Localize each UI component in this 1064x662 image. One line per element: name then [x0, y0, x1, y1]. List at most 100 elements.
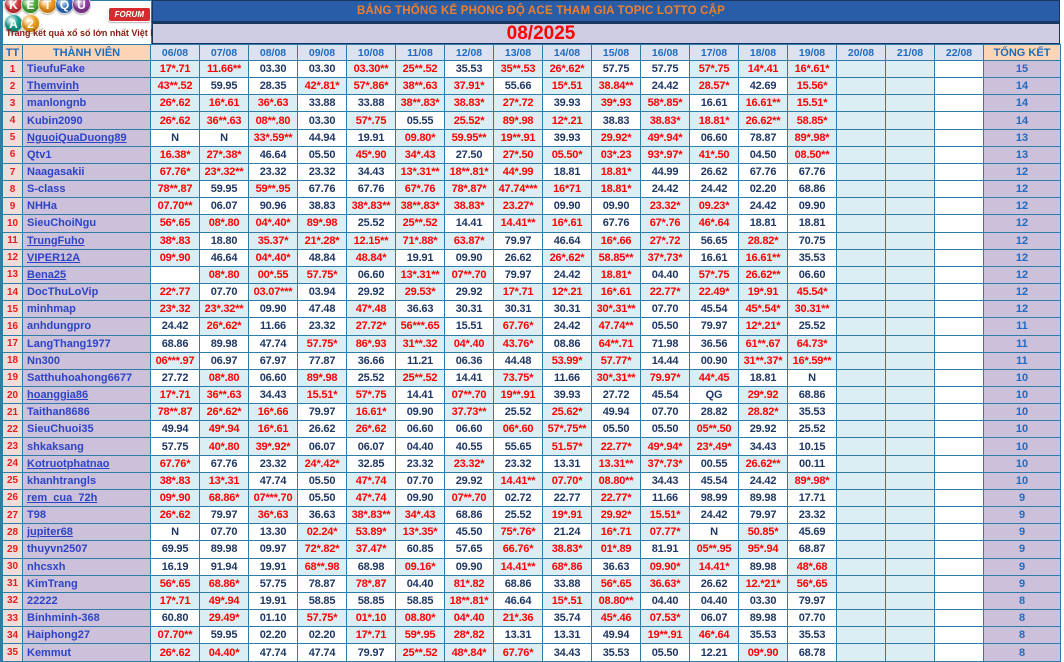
score-cell: 19**.91 [493, 128, 543, 147]
score-cell: 38**.83* [395, 197, 445, 216]
score-cell: 05.50 [297, 145, 347, 164]
score-cell [934, 145, 984, 164]
score-cell [836, 77, 886, 96]
score-cell [934, 317, 984, 336]
score-cell: 26*.62 [150, 506, 200, 525]
score-cell: 89*.98* [787, 128, 837, 147]
score-cell: 47.48 [297, 300, 347, 319]
row-number: 11 [2, 231, 23, 250]
table-row: 12 VIPER12A 09*.90 46.64 04*.40* 48.84 48.84* 1… [2, 248, 1061, 267]
member-link[interactable]: rem_cua_72h [22, 488, 151, 508]
score-cell: 05.50 [297, 471, 347, 490]
score-cell: N [150, 523, 200, 542]
score-cell: 09.23* [689, 197, 739, 216]
score-cell: 07**.70 [444, 385, 494, 405]
score-cell: 79.97* [640, 368, 690, 387]
score-cell: 59.95 [199, 180, 249, 199]
score-cell: 04.40 [395, 574, 445, 593]
score-cell: 49*.94 [199, 591, 249, 611]
total-cell: 14 [983, 111, 1061, 130]
row-number: 10 [2, 214, 23, 233]
score-cell: 57.75 [640, 59, 690, 79]
score-cell: 79.97 [199, 506, 249, 525]
score-cell: 59.95 [199, 626, 249, 645]
score-cell: 49*.94* [640, 128, 690, 147]
score-cell: 24.42 [738, 197, 788, 216]
score-cell: 23*.32 [150, 300, 200, 319]
score-cell [836, 317, 886, 336]
score-cell [836, 248, 886, 267]
member-link[interactable]: hoanggia86 [22, 385, 151, 405]
score-cell: 29.92* [591, 128, 641, 147]
score-cell: 26.62** [738, 111, 788, 130]
score-cell: 30*.31** [591, 300, 641, 319]
score-cell: 43**.52 [150, 77, 200, 96]
score-cell: 90.96 [248, 197, 298, 216]
score-cell [934, 214, 984, 233]
score-cell: 70.75 [787, 231, 837, 250]
score-cell: 27.72 [150, 368, 200, 387]
logo-tagline: Trang kết quả xổ số lớn nhất Việt Nam [6, 28, 170, 38]
score-cell: 09*.90 [738, 643, 788, 662]
score-cell [934, 488, 984, 508]
score-cell: 09*.90 [150, 248, 200, 267]
score-cell: 60.85 [395, 540, 445, 559]
table-row: 32 22222 17*.71 49*.94 19.91 58.85 58.85 58.85 1… [2, 591, 1061, 611]
score-cell: 68.78 [787, 643, 837, 662]
col-header-date: 19/08 [787, 44, 837, 61]
score-cell: 29.92 [346, 283, 396, 302]
score-cell: 58*.85* [640, 94, 690, 113]
score-cell: 04*.40* [248, 248, 298, 267]
member-link[interactable]: TrungFuho [22, 231, 151, 250]
score-cell: 11.66 [248, 317, 298, 336]
score-cell [836, 180, 886, 199]
score-cell: 14.44 [640, 351, 690, 370]
score-cell: 19*.91 [738, 283, 788, 302]
member-link[interactable]: NguoiQuaDuong89 [22, 128, 151, 147]
score-cell: 24.42 [542, 317, 592, 336]
member-link[interactable]: jupiter68 [22, 523, 151, 542]
col-header-tt: TT [2, 44, 23, 61]
score-cell: 17*.71 [150, 385, 200, 405]
score-cell: 14.41** [493, 471, 543, 490]
member-link[interactable]: Kotruotphatnao [22, 454, 151, 473]
score-cell: 29*.92 [738, 385, 788, 405]
score-cell: 04.40 [689, 591, 739, 611]
score-cell: 21.24 [542, 523, 592, 542]
score-cell: 37.91* [444, 77, 494, 96]
member-link[interactable]: VIPER12A [22, 248, 151, 267]
score-cell [885, 471, 935, 490]
table-row: 8 S-class 78**.87 59.95 59**.95 67.76 67.76 67*… [2, 180, 1061, 199]
score-cell: 02.20 [297, 626, 347, 645]
score-cell: 08*.80 [199, 265, 249, 285]
score-cell [934, 334, 984, 353]
brand-logo[interactable]: K E T Q UA 2 FORUM Trang kết quả xổ số lớn nh… [2, 0, 170, 44]
score-cell: 09.90 [787, 197, 837, 216]
score-cell [836, 488, 886, 508]
member-link[interactable]: Themvinh [22, 77, 151, 96]
score-cell: 26.62 [689, 574, 739, 593]
score-cell: 41*.50 [689, 145, 739, 164]
member-link[interactable]: Bena25 [22, 265, 151, 285]
score-cell: 08**.80 [248, 111, 298, 130]
score-cell: 28.82* [738, 231, 788, 250]
col-header-date: 21/08 [885, 44, 935, 61]
score-cell: 33.88 [297, 94, 347, 113]
score-cell [836, 59, 886, 79]
table-row: 7 Naagasakii 67.76* 23*.32** 23.32 23.32 34.43… [2, 162, 1061, 182]
table-row: 24 Kotruotphatnao 67.76* 67.76 23.32 24*.42* 3… [2, 454, 1061, 473]
total-cell: 9 [983, 488, 1061, 508]
score-cell: 89.98 [738, 488, 788, 508]
score-cell [934, 351, 984, 370]
table-row: 6 Qtv1 16.38* 27*.38* 46.64 05.50 45*.90 34*.43… [2, 145, 1061, 164]
score-cell [836, 283, 886, 302]
row-number: 5 [2, 128, 23, 147]
score-cell: 04*.40 [444, 608, 494, 628]
score-cell: 79.97 [493, 265, 543, 285]
score-cell: 12.*21* [738, 574, 788, 593]
score-cell [934, 197, 984, 216]
score-cell: 58.85 [297, 591, 347, 611]
score-cell [885, 283, 935, 302]
row-number: 30 [2, 557, 23, 576]
score-cell: 28.35 [248, 77, 298, 96]
